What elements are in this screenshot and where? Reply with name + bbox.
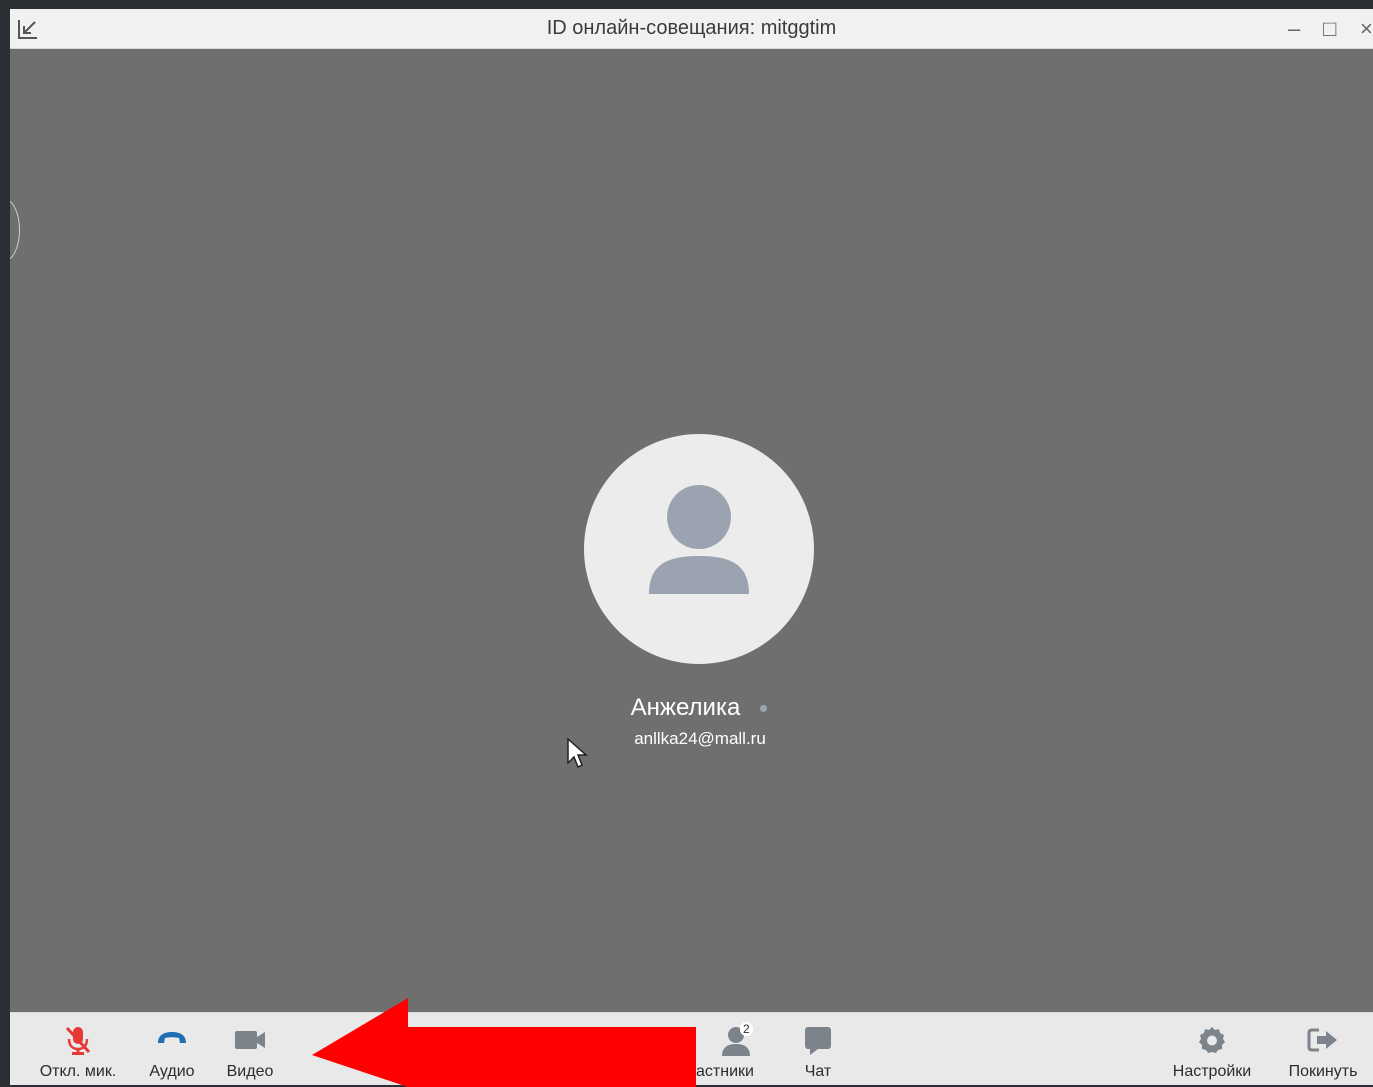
chat-bubble-icon [804, 1025, 832, 1062]
audio-button[interactable]: Аудио [136, 1013, 208, 1085]
leave-label: Покинуть [1288, 1063, 1358, 1080]
participants-count-badge: 2 [740, 1022, 753, 1036]
status-dot-icon [760, 705, 768, 713]
participants-label: астники [696, 1063, 754, 1080]
phone-icon [156, 1029, 188, 1054]
avatar [584, 434, 814, 664]
leave-button[interactable]: Покинуть [1280, 1013, 1366, 1085]
audio-label: Аудио [149, 1063, 195, 1080]
mute-button[interactable]: Откл. мик. [24, 1013, 132, 1085]
chat-button[interactable]: Чат [796, 1013, 840, 1085]
window-title: ID онлайн-совещания: mitggtim [546, 17, 837, 39]
participant-name-row: Анжелика [584, 694, 814, 722]
video-label: Видео [226, 1063, 274, 1080]
exit-icon [1307, 1027, 1339, 1058]
meeting-window: ID онлайн-совещания: mitggtim – □ × Анже… [10, 9, 1373, 1085]
minimize-button[interactable]: – [1288, 9, 1300, 48]
participant-email: anllka24@mall.ru [634, 729, 766, 748]
maximize-button[interactable]: □ [1323, 9, 1336, 48]
mute-label: Откл. мик. [39, 1063, 117, 1080]
red-arrow-annotation [312, 998, 696, 1087]
participant-name: Анжелика [630, 694, 741, 721]
mouse-cursor-icon [567, 737, 588, 769]
settings-button[interactable]: Настройки [1160, 1013, 1264, 1085]
user-silhouette-icon [649, 485, 749, 594]
close-button[interactable]: × [1360, 9, 1373, 48]
microphone-muted-icon [64, 1025, 92, 1060]
gear-icon [1197, 1025, 1227, 1060]
settings-label: Настройки [1172, 1063, 1252, 1080]
title-bar: ID онлайн-совещания: mitggtim – □ × [10, 9, 1373, 49]
video-button[interactable]: Видео [216, 1013, 284, 1085]
chat-label: Чат [804, 1063, 832, 1080]
side-panel-handle[interactable] [10, 199, 20, 261]
video-stage: Анжелика anllka24@mall.ru [10, 49, 1373, 1012]
video-camera-icon [233, 1028, 267, 1057]
